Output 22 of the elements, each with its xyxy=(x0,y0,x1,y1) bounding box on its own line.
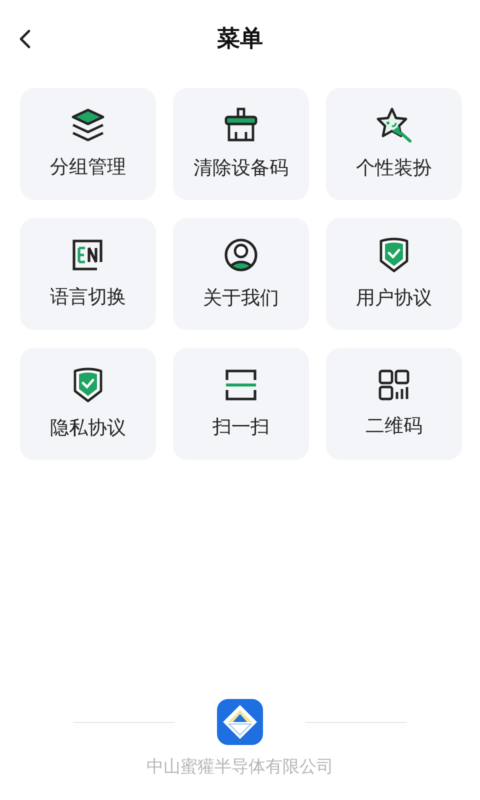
menu-item[interactable]: 分组管理 xyxy=(20,88,156,200)
language-icon xyxy=(71,238,105,272)
shield-check-icon xyxy=(378,237,410,273)
app-logo-icon xyxy=(217,699,263,745)
qr-code-icon xyxy=(378,369,410,401)
menu-item[interactable]: 隐私协议 xyxy=(20,348,156,460)
shield-check-icon xyxy=(72,367,104,403)
menu-item[interactable]: 个性装扮 xyxy=(326,88,462,200)
menu-item[interactable]: 清除设备码 xyxy=(173,88,309,200)
menu-item[interactable]: 扫一扫 xyxy=(173,348,309,460)
user-icon xyxy=(223,237,259,273)
scan-icon xyxy=(224,368,258,402)
menu-item[interactable]: 语言切换 xyxy=(20,218,156,330)
menu-item[interactable]: 用户协议 xyxy=(326,218,462,330)
layers-icon xyxy=(70,108,106,142)
menu-item[interactable]: 关于我们 xyxy=(173,218,309,330)
basket-icon xyxy=(223,107,259,143)
page-title: 菜单 xyxy=(217,24,263,54)
star-wand-icon xyxy=(375,107,413,143)
back-icon xyxy=(18,28,32,50)
company-name: 中山蜜獾半导体有限公司 xyxy=(146,756,334,778)
menu-item[interactable]: 二维码 xyxy=(326,348,462,460)
